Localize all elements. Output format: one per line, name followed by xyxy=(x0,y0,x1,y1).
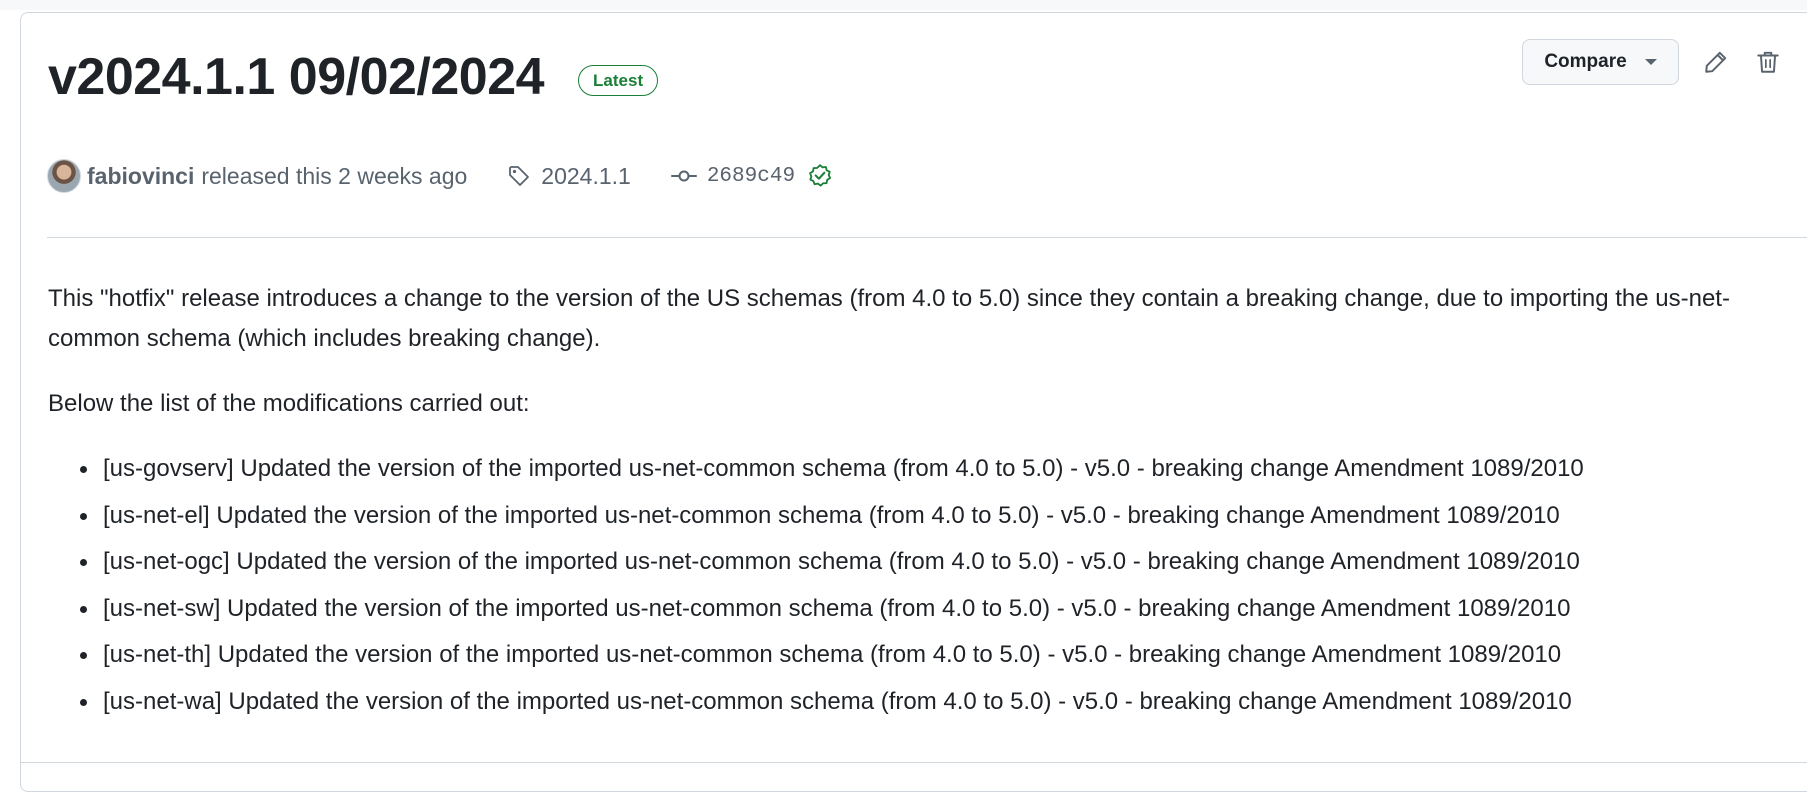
card-bottom-divider xyxy=(20,762,1807,763)
commit-link[interactable]: 2689c49 xyxy=(670,164,796,188)
released-text: released this 2 weeks ago xyxy=(201,162,468,189)
release-header: v2024.1.1 09/02/2024 Latest xyxy=(48,51,659,103)
tag-link[interactable]: 2024.1.1 xyxy=(507,163,631,190)
release-intro: This "hotfix" release introduces a chang… xyxy=(48,285,1730,352)
verified-check-icon[interactable] xyxy=(807,163,833,189)
release-actions: Compare xyxy=(1522,39,1783,85)
delete-button[interactable] xyxy=(1753,47,1783,77)
avatar[interactable] xyxy=(47,159,81,193)
commit-hash: 2689c49 xyxy=(706,164,796,188)
list-item: [us-net-el] Updated the version of the i… xyxy=(100,496,1807,536)
git-commit-icon xyxy=(670,170,697,182)
release-card: v2024.1.1 09/02/2024 Latest Compare fabi… xyxy=(20,12,1807,792)
chevron-down-icon xyxy=(1644,59,1657,65)
changes-lead: Below the list of the modifications carr… xyxy=(48,390,530,417)
list-item: [us-net-ogc] Updated the version of the … xyxy=(100,542,1807,582)
pencil-icon xyxy=(1705,51,1727,73)
compare-label: Compare xyxy=(1544,51,1627,72)
page-top-bar xyxy=(0,0,1807,10)
list-item: [us-net-th] Updated the version of the i… xyxy=(100,635,1807,675)
release-meta: fabiovinci released this 2 weeks ago 202… xyxy=(47,159,833,193)
list-item: [us-govserv] Updated the version of the … xyxy=(100,449,1807,489)
header-divider xyxy=(47,237,1807,238)
latest-badge: Latest xyxy=(578,64,659,96)
compare-button[interactable]: Compare xyxy=(1522,39,1679,85)
tag-icon xyxy=(509,166,530,186)
trash-icon xyxy=(1757,51,1779,73)
edit-button[interactable] xyxy=(1701,47,1731,77)
tag-label: 2024.1.1 xyxy=(541,162,631,189)
list-item: [us-net-sw] Updated the version of the i… xyxy=(100,589,1807,629)
list-item: [us-net-wa] Updated the version of the i… xyxy=(100,682,1807,722)
changes-list: [us-govserv] Updated the version of the … xyxy=(48,449,1807,722)
author-link[interactable]: fabiovinci xyxy=(87,163,194,190)
release-title[interactable]: v2024.1.1 09/02/2024 xyxy=(48,51,545,103)
release-notes: This "hotfix" release introduces a chang… xyxy=(48,279,1807,728)
